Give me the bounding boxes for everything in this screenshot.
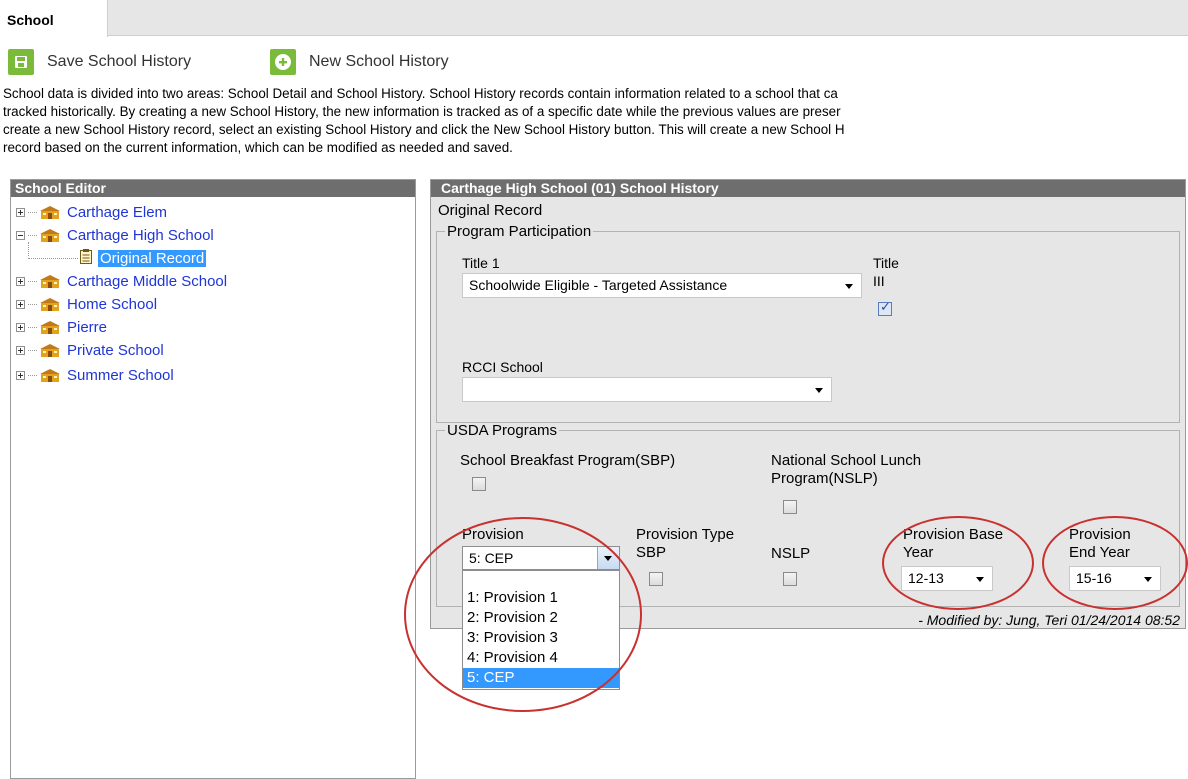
new-school-history-button[interactable]: New School History [270, 49, 449, 75]
expand-icon[interactable] [16, 207, 25, 217]
tree-label[interactable]: Pierre [67, 319, 107, 336]
tree-item-carthage-middle-school[interactable]: Carthage Middle School [16, 271, 227, 291]
school-history-panel: Carthage High School (01) School History… [430, 179, 1186, 629]
sbp-label: School Breakfast Program(SBP) [460, 452, 676, 469]
tree-item-private-school[interactable]: Private School [16, 340, 164, 360]
end-year-label-line: End Year [1069, 544, 1130, 561]
modified-by-text: - Modified by: Jung, Teri 01/24/2014 08:… [918, 612, 1180, 628]
expand-icon[interactable] [16, 276, 25, 286]
title1-value: Schoolwide Eligible - Targeted Assistanc… [469, 277, 728, 293]
title3-label: Title III [873, 254, 899, 290]
tree-label[interactable]: Private School [67, 342, 164, 359]
school-editor-panel: School Editor Carthage Elem Carthage Hig… [10, 179, 416, 779]
provision-base-year-label: Provision Base Year [903, 526, 1003, 562]
expand-icon[interactable] [16, 322, 25, 332]
tree-item-original-record[interactable]: Original Record [28, 248, 207, 268]
provision-option[interactable]: 2: Provision 2 [463, 608, 619, 628]
title3-label-line: Title [873, 255, 899, 271]
provision-option[interactable]: 1: Provision 1 [463, 588, 619, 608]
title1-select[interactable]: Schoolwide Eligible - Targeted Assistanc… [462, 273, 862, 298]
tree-label[interactable]: Carthage High School [67, 227, 214, 244]
school-icon [39, 274, 61, 288]
save-school-history-button[interactable]: Save School History [8, 49, 191, 75]
tree-item-summer-school[interactable]: Summer School [16, 365, 174, 385]
nslp-label-line: Program(NSLP) [771, 470, 878, 487]
tree-item-pierre[interactable]: Pierre [16, 317, 107, 337]
provision-option[interactable]: 4: Provision 4 [463, 648, 619, 668]
title1-label: Title 1 [462, 255, 500, 271]
expand-icon[interactable] [16, 345, 25, 355]
save-button-label: Save School History [47, 53, 192, 70]
chevron-down-icon [604, 556, 612, 561]
school-icon [39, 228, 61, 242]
provision-select[interactable]: 5: CEP [462, 546, 620, 570]
expand-icon[interactable] [16, 299, 25, 309]
provision-label: Provision [462, 526, 524, 543]
provision-type-label: Provision Type SBP [636, 526, 734, 562]
tab-bar [0, 0, 1188, 36]
base-year-label-line: Provision Base [903, 526, 1004, 543]
base-year-label-line: Year [903, 544, 934, 561]
chevron-down-icon [845, 284, 853, 289]
program-participation-legend: Program Participation [447, 223, 592, 240]
provision-type-label-line: SBP [636, 544, 667, 561]
collapse-icon[interactable] [16, 230, 25, 240]
tree-label[interactable]: Home School [67, 296, 157, 313]
record-icon [80, 249, 92, 267]
tree-label[interactable]: Summer School [67, 367, 174, 384]
school-icon [39, 297, 61, 311]
intro-line: create a new School History record, sele… [3, 122, 845, 137]
provision-type-sbp-checkbox[interactable] [649, 572, 663, 586]
tab-school[interactable]: School [0, 0, 108, 37]
tree-label[interactable]: Carthage Middle School [67, 273, 227, 290]
school-icon [39, 205, 61, 219]
title3-checkbox[interactable] [878, 300, 892, 316]
tree-item-home-school[interactable]: Home School [16, 294, 157, 314]
new-button-label: New School History [309, 53, 449, 70]
add-icon [270, 49, 296, 75]
provision-end-year-select[interactable]: 15-16 [1069, 566, 1161, 591]
intro-line: tracked historically. By creating a new … [3, 104, 841, 119]
save-icon [8, 49, 34, 75]
rcci-select[interactable] [462, 377, 832, 402]
school-icon [39, 368, 61, 382]
record-label: Original Record [438, 202, 543, 219]
nslp-label-line: National School Lunch [771, 452, 922, 469]
rcci-label: RCCI School [462, 359, 543, 375]
provision-type-nslp-label: NSLP [771, 545, 811, 562]
dropdown-button[interactable] [597, 547, 619, 569]
chevron-down-icon [976, 577, 984, 582]
school-icon [39, 320, 61, 334]
sbp-checkbox[interactable] [472, 477, 486, 491]
school-editor-title: School Editor [11, 180, 415, 197]
provision-dropdown-list: 1: Provision 1 2: Provision 2 3: Provisi… [462, 570, 620, 690]
tree-item-carthage-elem[interactable]: Carthage Elem [16, 202, 167, 222]
tree-label[interactable]: Carthage Elem [67, 204, 167, 221]
provision-base-year-select[interactable]: 12-13 [901, 566, 993, 591]
provision-option[interactable]: 3: Provision 3 [463, 628, 619, 648]
expand-icon[interactable] [16, 370, 25, 380]
nslp-checkbox[interactable] [783, 500, 797, 514]
provision-type-nslp-checkbox[interactable] [783, 572, 797, 586]
provision-option-selected[interactable]: 5: CEP [463, 668, 619, 688]
base-year-value: 12-13 [908, 570, 944, 586]
school-history-title: Carthage High School (01) School History [431, 180, 1185, 197]
usda-programs-legend: USDA Programs [447, 422, 558, 439]
tree-item-carthage-high-school[interactable]: Carthage High School [16, 225, 214, 245]
end-year-label-line: Provision [1069, 526, 1131, 543]
chevron-down-icon [1144, 577, 1152, 582]
provision-end-year-label: Provision End Year [1069, 526, 1131, 562]
intro-line: School data is divided into two areas: S… [3, 86, 838, 101]
school-icon [39, 343, 61, 357]
end-year-value: 15-16 [1076, 570, 1112, 586]
provision-type-label-line: Provision Type [636, 526, 735, 543]
chevron-down-icon [815, 388, 823, 393]
title3-label-line: III [873, 273, 885, 289]
intro-text: School data is divided into two areas: S… [3, 85, 1188, 171]
intro-line: record based on the current information,… [3, 140, 513, 155]
provision-value: 5: CEP [469, 550, 514, 566]
nslp-label: National School Lunch Program(NSLP) [771, 452, 921, 488]
tree-label-selected[interactable]: Original Record [98, 249, 207, 267]
